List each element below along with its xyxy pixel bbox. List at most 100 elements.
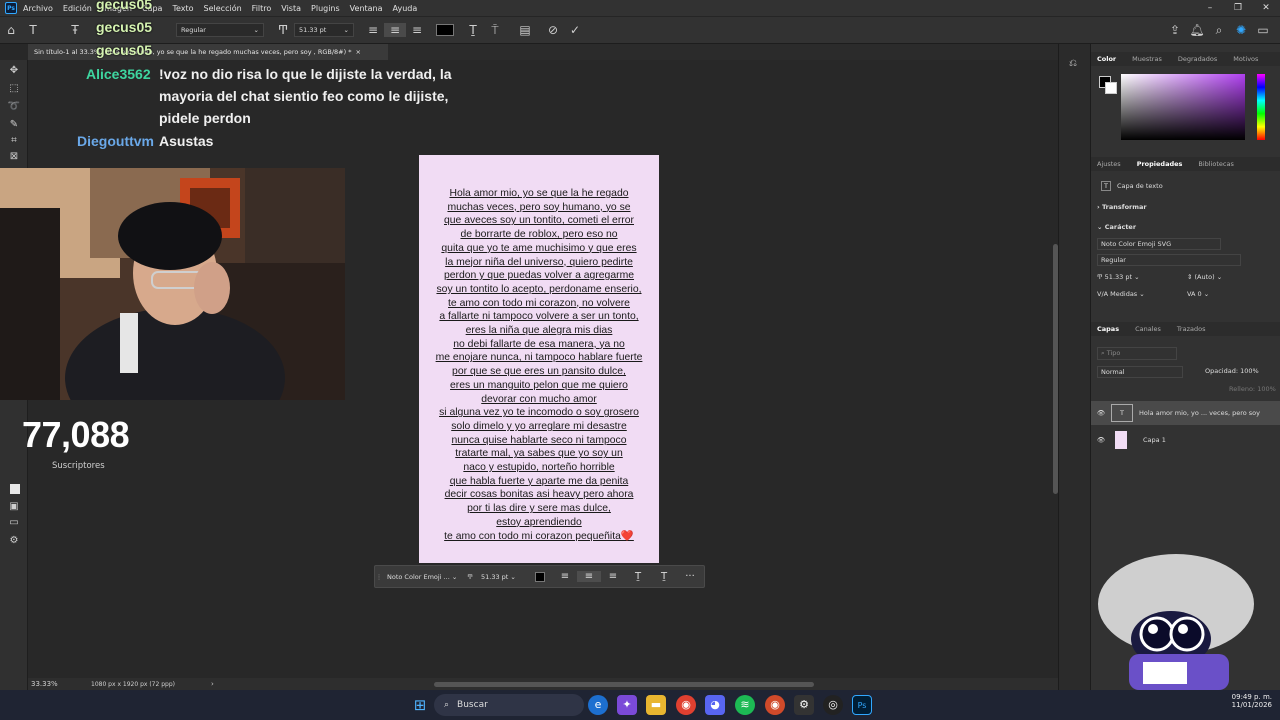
tab-capas[interactable]: Capas bbox=[1097, 325, 1119, 333]
align-center-icon[interactable]: ≡ bbox=[577, 571, 601, 582]
menu-texto[interactable]: Texto bbox=[172, 4, 193, 13]
align-left-icon[interactable]: ≡ bbox=[362, 23, 384, 37]
menu-filtro[interactable]: Filtro bbox=[252, 4, 272, 13]
layer-row-text[interactable]: 👁︎ T Hola amor mio, yo ... veces, pero s… bbox=[1091, 401, 1280, 425]
obs-icon[interactable]: ◎ bbox=[823, 695, 843, 715]
horizontal-scrollbar[interactable] bbox=[433, 681, 814, 687]
commit-check-icon[interactable]: ✓ bbox=[564, 23, 586, 37]
crop-tool-icon[interactable]: ⌗ bbox=[6, 134, 22, 148]
discover-icon[interactable]: ✺ bbox=[1230, 23, 1252, 37]
context-size-select[interactable]: 51.33 pt ⌄ bbox=[477, 573, 535, 581]
background-color-swatch[interactable] bbox=[1105, 82, 1117, 94]
system-clock[interactable]: 09:49 p. m. 11/01/2026 bbox=[1220, 693, 1272, 709]
tab-propiedades[interactable]: Propiedades bbox=[1137, 160, 1183, 168]
align-right-icon[interactable]: ≡ bbox=[601, 571, 625, 582]
share-icon[interactable]: ⇪ bbox=[1164, 23, 1186, 37]
tab-trazados[interactable]: Trazados bbox=[1177, 325, 1206, 333]
context-color-swatch[interactable] bbox=[535, 571, 545, 582]
edit-toolbar-icon[interactable]: ⚙ bbox=[6, 534, 22, 548]
context-font-select[interactable]: Noto Color Emoji ... ⌄ bbox=[383, 573, 463, 581]
zoom-level[interactable]: 33.33% bbox=[31, 680, 91, 688]
tab-degradados[interactable]: Degradados bbox=[1178, 55, 1217, 63]
menu-ayuda[interactable]: Ayuda bbox=[393, 4, 418, 13]
home-icon[interactable]: ⌂ bbox=[0, 23, 22, 37]
close-window-button[interactable]: ✕ bbox=[1252, 3, 1280, 13]
more-options-icon[interactable]: ··· bbox=[677, 571, 703, 582]
blend-mode-select[interactable]: Normal bbox=[1097, 366, 1183, 378]
history-panel-icon[interactable]: ⎌ bbox=[1069, 58, 1077, 69]
chrome-profile-icon[interactable]: ◉ bbox=[765, 695, 785, 715]
visibility-eye-icon[interactable]: 👁︎ bbox=[1091, 436, 1111, 444]
document-tab[interactable]: Sin título-1 al 33.3% (Hola amor mio, yo… bbox=[28, 44, 388, 60]
color-picker-field[interactable] bbox=[1121, 74, 1245, 140]
tab-motivos[interactable]: Motivos bbox=[1233, 55, 1258, 63]
character-section[interactable]: ⌄ Carácter bbox=[1097, 223, 1136, 231]
warp-text-icon[interactable]: Ṯ bbox=[462, 23, 484, 37]
hue-slider[interactable] bbox=[1257, 74, 1265, 140]
type-tool-icon[interactable]: T bbox=[22, 23, 44, 37]
warp-text-icon[interactable]: Ṯ bbox=[625, 571, 651, 582]
copilot-icon[interactable]: ✦ bbox=[617, 695, 637, 715]
leading-field[interactable]: ⇕ (Auto) ⌄ bbox=[1187, 273, 1222, 281]
layer-filter-input[interactable]: ⌕ Tipo bbox=[1097, 347, 1177, 360]
close-tab-icon[interactable]: × bbox=[355, 48, 360, 56]
brush-tool-icon[interactable]: ✎ bbox=[6, 118, 22, 132]
menu-vista[interactable]: Vista bbox=[281, 4, 301, 13]
font-family-select[interactable]: Noto Color Emoji SVG bbox=[1097, 238, 1221, 250]
maximize-button[interactable]: ❐ bbox=[1224, 3, 1252, 13]
background-color-swatch[interactable] bbox=[10, 484, 20, 494]
windows-start-icon[interactable]: ⊞ bbox=[410, 695, 430, 715]
move-tool-icon[interactable]: ✥ bbox=[6, 64, 22, 78]
document-canvas[interactable]: Hola amor mio, yo se que la he regado mu… bbox=[419, 155, 659, 563]
minimize-button[interactable]: – bbox=[1196, 3, 1224, 13]
menu-edicion[interactable]: Edición bbox=[63, 4, 92, 13]
font-size-select[interactable]: 51.33 pt ⌄ bbox=[294, 23, 354, 37]
document-info[interactable]: 1080 px x 1920 px (72 ppp) bbox=[91, 681, 211, 688]
character-panel-icon[interactable]: ▤ bbox=[514, 23, 536, 37]
edge-browser-icon[interactable]: e bbox=[588, 695, 608, 715]
marquee-tool-icon[interactable]: ⬚ bbox=[6, 82, 22, 96]
menu-seleccion[interactable]: Selección bbox=[204, 4, 242, 13]
photoshop-logo-icon[interactable]: Ps bbox=[5, 2, 17, 14]
screen-mode-icon[interactable]: ▭ bbox=[6, 516, 22, 530]
chrome-icon[interactable]: ◉ bbox=[676, 695, 696, 715]
font-style-select[interactable]: Regular bbox=[1097, 254, 1241, 266]
text-orientation-icon[interactable]: Ŧ bbox=[64, 23, 86, 37]
tab-canales[interactable]: Canales bbox=[1135, 325, 1161, 333]
text-options-icon[interactable]: Ṯ bbox=[651, 571, 677, 582]
workspace-icon[interactable]: ▭ bbox=[1252, 23, 1274, 37]
tab-bibliotecas[interactable]: Bibliotecas bbox=[1198, 160, 1233, 168]
opacity-control[interactable]: Opacidad: 100% bbox=[1205, 367, 1259, 375]
file-explorer-icon[interactable]: ▬ bbox=[646, 695, 666, 715]
status-chevron-icon[interactable]: › bbox=[211, 680, 214, 688]
taskbar-search[interactable]: ⌕ Buscar bbox=[434, 694, 584, 716]
menu-ventana[interactable]: Ventana bbox=[350, 4, 383, 13]
kerning-field[interactable]: V/A Medidas ⌄ bbox=[1097, 290, 1145, 298]
drag-handle-icon[interactable]: ⋮ bbox=[375, 573, 383, 581]
frame-tool-icon[interactable]: ⊠ bbox=[6, 150, 22, 164]
font-style-select[interactable]: Regular ⌄ bbox=[176, 23, 264, 37]
tracking-field[interactable]: VA 0 ⌄ bbox=[1187, 290, 1209, 298]
tab-color[interactable]: Color bbox=[1097, 55, 1116, 63]
type-3d-icon[interactable]: ⍑ bbox=[484, 23, 506, 38]
discord-icon[interactable]: ◕ bbox=[705, 695, 725, 715]
text-color-swatch[interactable] bbox=[436, 24, 454, 36]
menu-archivo[interactable]: Archivo bbox=[23, 4, 53, 13]
tab-ajustes[interactable]: Ajustes bbox=[1097, 160, 1121, 168]
align-center-icon[interactable]: ≡ bbox=[384, 23, 406, 37]
document-text-block[interactable]: Hola amor mio, yo se que la he regado mu… bbox=[419, 187, 659, 543]
search-icon[interactable]: ⌕ bbox=[1208, 23, 1230, 38]
align-right-icon[interactable]: ≡ bbox=[406, 23, 428, 37]
cancel-icon[interactable]: ⊘ bbox=[542, 23, 564, 37]
fill-control[interactable]: Relleno: 100% bbox=[1229, 385, 1276, 393]
lasso-tool-icon[interactable]: ➰ bbox=[6, 100, 22, 114]
photoshop-taskbar-icon[interactable]: Ps bbox=[852, 695, 872, 715]
notification-bell-icon[interactable]: 🔔︎ bbox=[1186, 23, 1208, 37]
align-left-icon[interactable]: ≡ bbox=[553, 571, 577, 582]
quick-mask-icon[interactable]: ▣ bbox=[6, 500, 22, 514]
size-field[interactable]: Ͳ 51.33 pt ⌄ bbox=[1097, 273, 1140, 281]
visibility-eye-icon[interactable]: 👁︎ bbox=[1091, 409, 1111, 417]
vertical-scrollbar[interactable] bbox=[1053, 244, 1058, 494]
spotify-icon[interactable]: ≋ bbox=[735, 695, 755, 715]
settings-gear-icon[interactable]: ⚙ bbox=[794, 695, 814, 715]
